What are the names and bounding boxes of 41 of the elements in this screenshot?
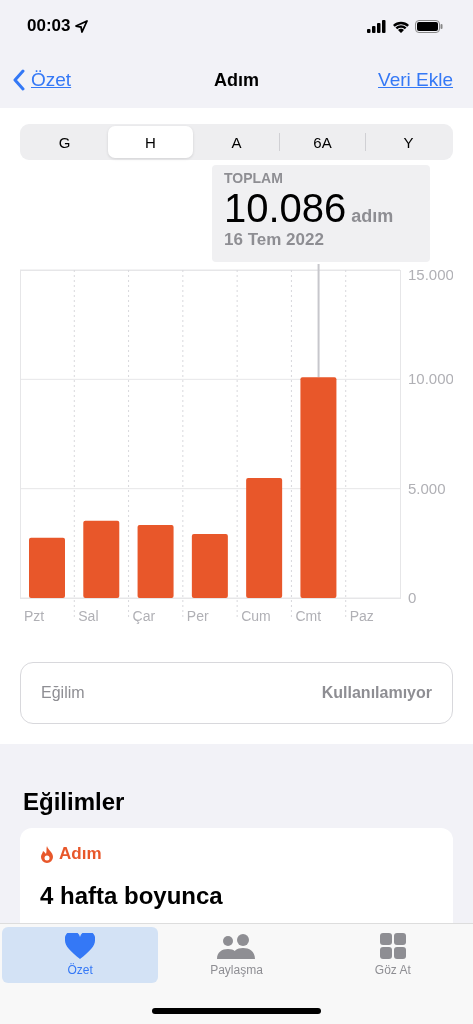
back-link[interactable]: Özet: [31, 69, 72, 91]
heart-icon: [65, 933, 96, 959]
axis-label: Sal: [78, 608, 99, 624]
segment-tab[interactable]: H: [108, 126, 193, 158]
axis-label: 0: [408, 589, 417, 606]
bar: [29, 537, 65, 598]
segment-tab[interactable]: 6A: [280, 126, 365, 158]
axis-label: 15.000: [408, 266, 453, 283]
location-arrow-icon: [75, 19, 89, 33]
battery-icon: [415, 19, 443, 33]
flame-icon: [40, 845, 54, 863]
wifi-icon: [392, 19, 410, 33]
total-value: 10.086: [224, 186, 347, 230]
clock: 00:03: [27, 16, 71, 36]
signal-icon: [367, 19, 387, 33]
tooltip-caption: TOPLAM: [224, 170, 284, 186]
date-label: 16 Tem 2022: [224, 230, 325, 250]
card-category: Adım: [59, 844, 102, 864]
people-icon: [216, 933, 257, 959]
segment-tab[interactable]: A: [194, 126, 279, 158]
add-data-link[interactable]: Veri Ekle: [378, 69, 453, 91]
axis-label: 10.000: [408, 370, 453, 388]
axis-label: Pzt: [24, 608, 45, 624]
trend-card[interactable]: Adım 4 hafta boyunca: [20, 828, 453, 923]
screen-title: Adım: [214, 69, 259, 91]
segment-tab[interactable]: G: [22, 126, 107, 158]
card-title: 4 hafta boyunca: [40, 882, 224, 910]
bar: [191, 533, 228, 598]
trend-label: Eğilim: [41, 684, 85, 702]
back-chevron-icon[interactable]: [12, 69, 26, 91]
segment-tab[interactable]: Y: [366, 126, 451, 158]
axis-label: Per: [186, 608, 209, 624]
axis-label: Cum: [241, 608, 271, 624]
axis-label: Paz: [349, 608, 374, 624]
trend-value: Kullanılamıyor: [321, 684, 432, 702]
axis-label: Çar: [132, 608, 156, 624]
grid-icon: [379, 933, 406, 959]
axis-label: Cmt: [295, 608, 322, 624]
axis-label: 5.000: [408, 479, 446, 497]
section-heading: Eğilimler: [23, 788, 126, 816]
unit-label: adım: [351, 206, 394, 227]
